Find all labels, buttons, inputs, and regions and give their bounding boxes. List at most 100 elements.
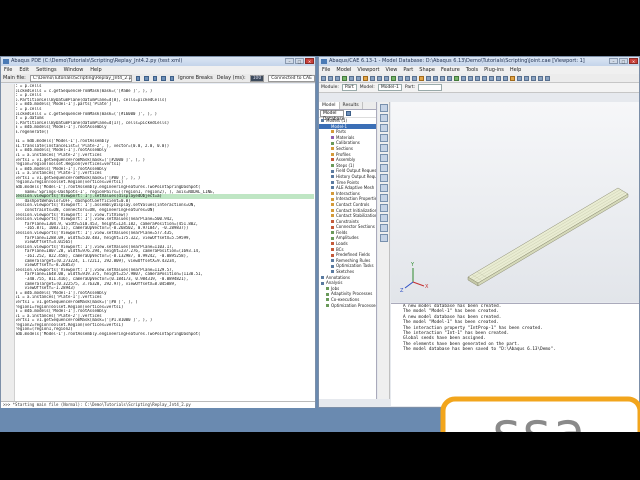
module-tool-icon[interactable] [379,204,388,212]
tree-node-icon [331,136,334,140]
cae-title-bar[interactable]: Abaqus/CAE 6.13-1 - Model Database: D:\A… [319,57,639,66]
toolbar-button-icon[interactable] [510,75,515,81]
toolbar-button-icon[interactable] [335,75,340,81]
module-tool-icon[interactable] [379,134,388,142]
module-tool-icon[interactable] [379,224,388,232]
toolbar-button-icon[interactable] [370,75,375,81]
module-tool-icon[interactable] [379,124,388,132]
toolbar-button-icon[interactable] [391,75,396,81]
code-text: p.PartitionCellByDatumPlane(datumPlane=d… [16,120,170,125]
toolbar-button-icon[interactable] [398,75,403,81]
delay-field[interactable]: 100 [249,74,265,82]
toolbar-button-icon[interactable] [384,75,389,81]
module-tool-icon[interactable] [379,154,388,162]
minimize-button[interactable]: – [609,58,618,64]
menu-window[interactable]: Window [64,66,84,74]
toolbar-button-icon[interactable] [426,75,431,81]
menu-view[interactable]: View [386,66,398,74]
toolbar-button-icon[interactable] [321,75,326,81]
toolbar-button-icon[interactable] [496,75,501,81]
menu-edit[interactable]: Edit [19,66,29,74]
filter-icon[interactable] [346,111,351,116]
step-icon[interactable] [144,75,149,81]
run-icon[interactable] [135,75,141,81]
module-tool-icon[interactable] [379,104,388,112]
module-tool-icon[interactable] [379,194,388,202]
menu-settings[interactable]: Settings [36,66,57,74]
toolbar-button-icon[interactable] [419,75,424,81]
minimize-button[interactable]: – [285,58,294,64]
menu-help[interactable]: Help [510,66,521,74]
toolbar-button-icon[interactable] [328,75,333,81]
breakpoint-icon[interactable] [169,75,175,81]
toolbar-button-icon[interactable] [412,75,417,81]
toolbar-button-icon[interactable] [468,75,473,81]
toolbar-button-icon[interactable] [489,75,494,81]
toolbar-button-icon[interactable] [475,75,480,81]
menu-feature[interactable]: Feature [441,66,460,74]
menu-viewport[interactable]: Viewport [357,66,379,74]
viewport-canvas[interactable]: Y X Z [391,102,639,302]
module-tool-icon[interactable] [379,234,388,242]
model-select[interactable]: Model-1 [377,84,402,91]
toolbar-button-icon[interactable] [405,75,410,81]
module-select[interactable]: Part [341,84,357,91]
code-text: v1 = a.instances['Plate-2'].vertices [16,152,102,157]
toolbar-button-icon[interactable] [517,75,522,81]
toolbar-button-icon[interactable] [545,75,550,81]
menu-part[interactable]: Part [403,66,413,74]
module-tool-icon[interactable] [379,114,388,122]
toolbar-button-icon[interactable] [356,75,361,81]
pde-title-bar[interactable]: Abaqus PDE (C:\Demo\Tutorials\Scripting\… [1,57,315,66]
part-select[interactable] [418,84,443,91]
module-tool-icon[interactable] [379,174,388,182]
toolbar-button-icon[interactable] [482,75,487,81]
menu-shape[interactable]: Shape [419,66,435,74]
menu-model[interactable]: Model [336,66,351,74]
maximize-button[interactable]: □ [619,58,628,64]
toolbar-button-icon[interactable] [363,75,368,81]
code-text: pickedCells = c.getSequenceFromMask(mask… [16,111,158,116]
maximize-button[interactable]: □ [295,58,304,64]
toolbar-button-icon[interactable] [440,75,445,81]
pause-icon[interactable] [152,75,158,81]
tab-model[interactable]: Model [319,102,340,109]
command-output-line[interactable]: >>> *Starting main file (Normal): C:\Dem… [1,401,315,408]
tree-node-icon [331,152,334,156]
cae-window-title: Abaqus/CAE 6.13-1 - Model Database: D:\A… [329,58,585,64]
close-button[interactable]: × [629,58,638,64]
toolbar-button-icon[interactable] [349,75,354,81]
tab-results[interactable]: Results [340,102,363,109]
code-text: farPlane=1807.28, width=976.294, height=… [16,249,201,254]
toolbar-button-icon[interactable] [433,75,438,81]
stop-icon[interactable] [161,75,166,81]
code-editor[interactable]: 211c = p.cells212pickedCells = c.getSequ… [1,84,315,402]
module-tool-icon[interactable] [379,214,388,222]
toolbar-button-icon[interactable] [503,75,508,81]
menu-help[interactable]: Help [90,66,101,74]
module-tool-icon[interactable] [379,164,388,172]
tree-item[interactable]: Optimization Processes [319,303,376,309]
toolbar-button-icon[interactable] [447,75,452,81]
toolbar-button-icon[interactable] [538,75,543,81]
main-file-field[interactable]: C:\Demo\Tutorials\Scripting\Replay_Jnt4_… [29,74,132,82]
toolbar-button-icon[interactable] [524,75,529,81]
model-database-selector[interactable]: Model Database [320,110,344,122]
module-tool-icon[interactable] [379,184,388,192]
toolbar-button-icon[interactable] [454,75,459,81]
menu-file[interactable]: File [322,66,330,74]
toolbar-button-icon[interactable] [531,75,536,81]
ignore-breaks-checkbox[interactable]: Ignore Breaks [178,74,213,82]
menu-tools[interactable]: Tools [466,66,478,74]
module-tool-icon[interactable] [379,144,388,152]
toolbar-button-icon[interactable] [342,75,347,81]
message-area[interactable]: A new model database has been created. Th… [391,303,639,406]
tree-items: Models (1) Model-1 Parts Materials Calibrati… [319,118,376,308]
toolbar-button-icon[interactable] [461,75,466,81]
menu-file[interactable]: File [4,66,12,74]
menu-plug-ins[interactable]: Plug-ins [484,66,504,74]
close-button[interactable]: × [305,58,314,64]
toolbar-button-icon[interactable] [377,75,382,81]
model-render: Y X Z [400,187,629,294]
main-file-label: Main file: [3,74,26,81]
